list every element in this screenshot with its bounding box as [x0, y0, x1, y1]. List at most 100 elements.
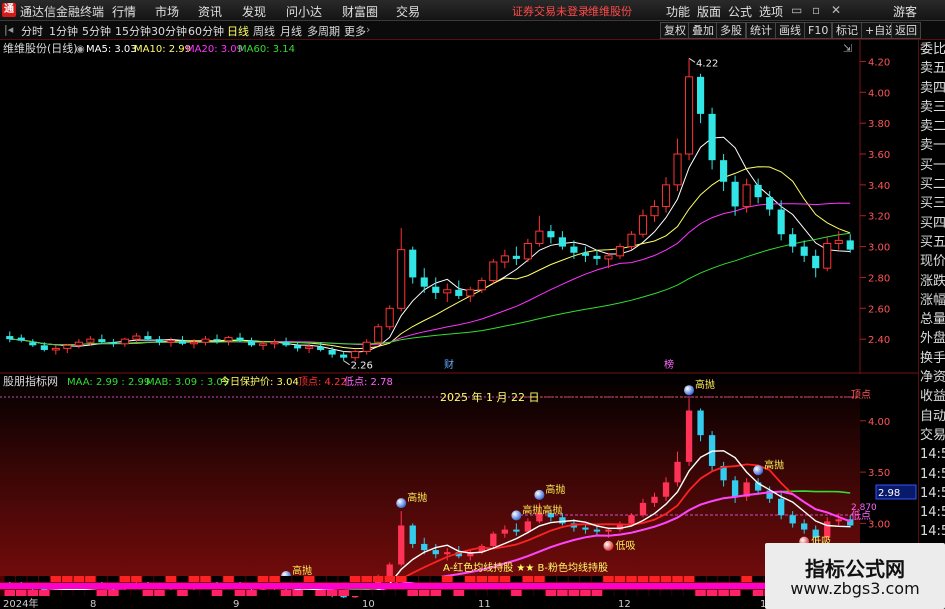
- strip-cell: [108, 590, 119, 596]
- order-panel-item[interactable]: 买三: [919, 194, 945, 213]
- tab-monthly[interactable]: 月线: [280, 23, 302, 39]
- close-icon[interactable]: ✕: [831, 3, 841, 17]
- btn-f10[interactable]: F10: [804, 22, 833, 39]
- menu-item-xuanxiang[interactable]: 选项: [759, 3, 783, 20]
- menu-item-jiaoyi[interactable]: 交易: [396, 3, 420, 20]
- order-panel-item[interactable]: 14:56: [919, 503, 945, 522]
- order-panel-item[interactable]: 自动: [919, 407, 945, 426]
- order-panel-item[interactable]: 14:56: [919, 522, 945, 541]
- order-panel-item[interactable]: 14:56: [919, 484, 945, 503]
- menu-item-banmian[interactable]: 版面: [697, 3, 721, 20]
- event-marker-finance[interactable]: 财: [444, 358, 454, 371]
- guest-login[interactable]: 游客: [893, 3, 917, 20]
- order-panel-item[interactable]: 现价: [919, 252, 945, 271]
- stock-title: 维维股份(日线): [3, 41, 78, 55]
- menu-item-zixun[interactable]: 资讯: [198, 3, 222, 20]
- indicator-bar: [639, 502, 647, 516]
- menu-item-shichang[interactable]: 市场: [155, 3, 179, 20]
- btn-diejia[interactable]: 叠加: [688, 22, 718, 39]
- strip-cell: [131, 590, 142, 596]
- menu-item-hangqing[interactable]: 行情: [112, 3, 136, 20]
- tab-weekly[interactable]: 周线: [253, 23, 275, 39]
- strip-cell: [511, 590, 522, 596]
- tab-30min[interactable]: 30分钟: [151, 23, 187, 39]
- y-tick-label: 3.80: [868, 119, 890, 130]
- tab-fenshi[interactable]: 分时: [21, 23, 43, 39]
- menu-item-caifuquan[interactable]: 财富圈: [342, 3, 378, 20]
- order-panel-item[interactable]: 卖二: [919, 117, 945, 136]
- x-label-nov: 11: [478, 599, 491, 609]
- btn-duogu[interactable]: 多股: [716, 22, 746, 39]
- menu-item-gongneng[interactable]: 功能: [666, 3, 690, 20]
- order-panel-item[interactable]: 买一: [919, 156, 945, 175]
- collapse-icon[interactable]: |◂: [4, 23, 13, 36]
- order-panel-item[interactable]: 14:56: [919, 445, 945, 464]
- chevron-right-icon[interactable]: ›: [366, 23, 370, 36]
- tab-60min[interactable]: 60分钟: [188, 23, 224, 39]
- order-panel-item[interactable]: 卖四: [919, 79, 945, 98]
- btn-huaxian[interactable]: 画线: [775, 22, 805, 39]
- order-panel-item[interactable]: 交易: [919, 426, 945, 445]
- btn-fuquan[interactable]: 复权: [660, 22, 690, 39]
- strip-cell: [591, 576, 603, 582]
- signal-label: 高抛: [292, 564, 312, 577]
- order-panel-item[interactable]: 外盘: [919, 329, 945, 348]
- y-tick-label: 2.60: [868, 304, 890, 315]
- order-panel-item[interactable]: 买二: [919, 175, 945, 194]
- order-panel-item[interactable]: 涨跌: [919, 272, 945, 291]
- order-panel-item[interactable]: 卖五: [919, 59, 945, 78]
- y-tick-label: 2.40: [868, 335, 890, 346]
- order-panel-item[interactable]: 买五: [919, 233, 945, 252]
- strip-cell: [442, 590, 453, 596]
- x-label-sep: 9: [233, 599, 239, 609]
- order-panel-item[interactable]: 涨幅: [919, 291, 945, 310]
- btn-biaoji[interactable]: 标记: [832, 22, 862, 39]
- btn-back[interactable]: 返回: [891, 22, 921, 39]
- expand-icon[interactable]: ⇲: [843, 42, 852, 55]
- tab-5min[interactable]: 5分钟: [82, 23, 111, 39]
- strip-cell: [418, 590, 430, 596]
- tab-1min[interactable]: 1分钟: [49, 23, 78, 39]
- candle-body: [51, 347, 60, 351]
- menu-bar: 通 通达信金融终端 行情 市场 资讯 发现 问小达 财富圈 交易 证券交易未登录…: [0, 0, 945, 21]
- order-panel-item[interactable]: 总量: [919, 310, 945, 329]
- tab-daily[interactable]: 日线: [227, 23, 249, 39]
- x-label-aug: 8: [90, 599, 96, 609]
- menu-item-faxian[interactable]: 发现: [242, 3, 266, 20]
- sell-signal-icon: [684, 385, 695, 396]
- strip-cell: [16, 590, 27, 596]
- order-panel-item[interactable]: 卖一: [919, 136, 945, 155]
- event-marker-rank[interactable]: 榜: [664, 358, 674, 371]
- candle-body: [282, 342, 290, 346]
- tab-more[interactable]: 更多: [344, 23, 366, 39]
- candle-body: [684, 76, 694, 155]
- order-panel-item[interactable]: 卖三: [919, 98, 945, 117]
- menu-item-wenxiaoda[interactable]: 问小达: [286, 3, 322, 20]
- chart-area[interactable]: 2.40 2.60 2.80 3.00 3.20 3.40 3.60 3.80 4.00 4.20…: [0, 40, 918, 609]
- window-icon[interactable]: ▫: [812, 3, 820, 17]
- order-panel-item[interactable]: 14:56: [919, 465, 945, 484]
- tab-15min[interactable]: 15分钟: [115, 23, 151, 39]
- menu-item-gongshi[interactable]: 公式: [728, 3, 752, 20]
- candle-body: [593, 255, 601, 259]
- strip-cell: [39, 590, 50, 596]
- candle-body: [650, 205, 659, 217]
- minimize-icon[interactable]: ▭: [791, 3, 802, 17]
- candle-body: [155, 339, 164, 343]
- order-panel-item[interactable]: 买四: [919, 214, 945, 233]
- tab-multi-period[interactable]: 多周期: [307, 23, 340, 39]
- indicator-bar: [628, 515, 635, 524]
- settings-icon[interactable]: ◉: [76, 44, 85, 55]
- login-status[interactable]: 证券交易未登录: [512, 3, 589, 19]
- btn-tongji[interactable]: 统计: [746, 22, 776, 39]
- order-panel-item[interactable]: 委比: [919, 40, 945, 59]
- strip-cell: [85, 576, 96, 582]
- order-panel-item[interactable]: 换手: [919, 349, 945, 368]
- candle-body: [673, 153, 682, 186]
- strip-cell: [568, 576, 580, 582]
- order-panel-item[interactable]: 净资: [919, 368, 945, 387]
- strip-cell: [62, 576, 73, 582]
- strip-cell: [62, 590, 73, 596]
- strip-cell: [476, 576, 488, 582]
- order-panel-item[interactable]: 收益: [919, 387, 945, 406]
